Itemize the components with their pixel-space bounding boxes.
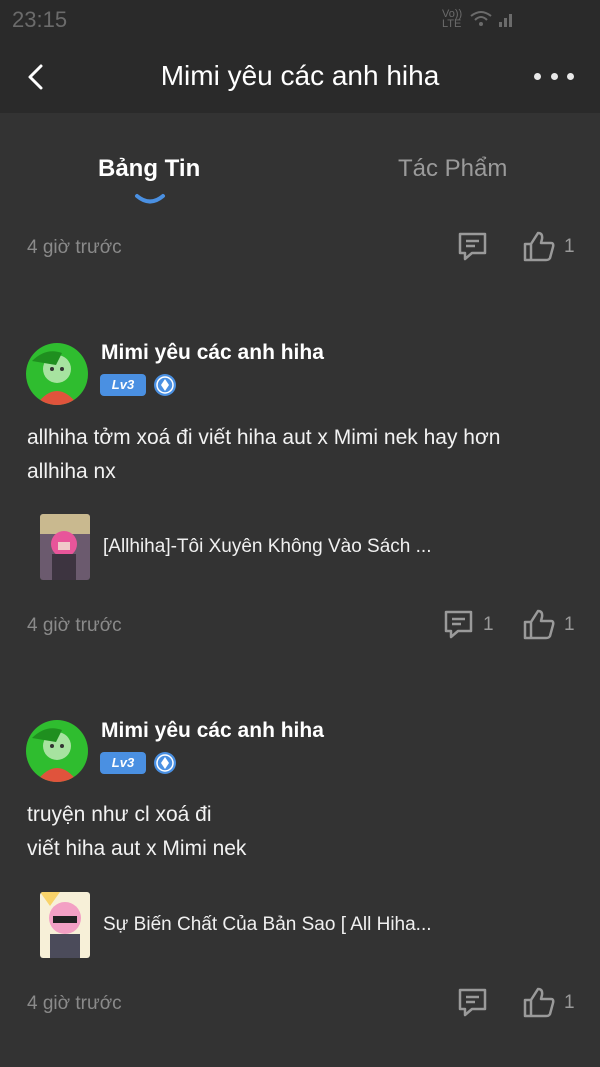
like-button[interactable]: 1	[522, 230, 575, 263]
level-badge: Lv3	[100, 374, 146, 396]
book-cover	[40, 514, 90, 580]
comment-icon	[458, 988, 487, 1017]
avatar[interactable]	[26, 720, 88, 782]
comment-icon	[444, 610, 473, 639]
signal-icon	[499, 14, 512, 27]
tab-bang-tin[interactable]: Bảng Tin	[98, 155, 200, 183]
thumbs-up-icon	[523, 609, 555, 640]
like-button[interactable]: 1	[522, 986, 575, 1019]
post-time: 4 giờ trước	[27, 237, 122, 258]
book-title: Sự Biến Chất Của Bản Sao [ All Hiha...	[103, 914, 432, 935]
thumbs-up-icon	[523, 987, 555, 1018]
page-title: Mimi yêu các anh hiha	[160, 60, 440, 91]
author-name[interactable]: Mimi yêu các anh hiha	[101, 341, 324, 365]
like-count: 1	[564, 613, 575, 635]
comment-count: 1	[483, 613, 494, 635]
status-bar: 23:15 Vo)) LTE	[0, 0, 600, 40]
avatar[interactable]	[26, 343, 88, 405]
post-content: truyện như cl xoá đi viết hiha aut x Mim…	[27, 798, 246, 866]
comment-button[interactable]	[456, 230, 489, 263]
comment-button[interactable]	[456, 986, 489, 1019]
level-badge: Lv3	[100, 752, 146, 774]
status-icons: Vo)) LTE	[442, 8, 516, 30]
wifi-icon	[470, 11, 492, 26]
book-title: [Allhiha]-Tôi Xuyên Không Vào Sách ...	[103, 536, 432, 557]
comment-icon	[458, 232, 487, 261]
comment-button[interactable]: 1	[442, 608, 494, 641]
top-bar: Mimi yêu các anh hiha	[0, 40, 600, 113]
active-tab-indicator	[135, 194, 165, 204]
post-content: allhiha tởm xoá đi viết hiha aut x Mimi …	[27, 421, 500, 489]
book-card[interactable]: Sự Biến Chất Của Bản Sao [ All Hiha...	[40, 892, 432, 958]
diamond-badge-icon	[154, 752, 176, 774]
post-text-line: viết hiha aut x Mimi nek	[27, 837, 247, 860]
post-time: 4 giờ trước	[27, 615, 122, 636]
like-button[interactable]: 1	[522, 608, 575, 641]
post-text-line: truyện như cl xoá đi	[27, 803, 212, 826]
network-label: Vo)) LTE	[442, 8, 463, 30]
book-card[interactable]: [Allhiha]-Tôi Xuyên Không Vào Sách ...	[40, 514, 431, 580]
more-options-icon[interactable]	[534, 64, 574, 88]
like-count: 1	[564, 991, 575, 1013]
book-cover	[40, 892, 90, 958]
post-time: 4 giờ trước	[27, 993, 122, 1014]
tab-tac-pham[interactable]: Tác Phẩm	[398, 155, 507, 183]
thumbs-up-icon	[523, 231, 555, 262]
author-name[interactable]: Mimi yêu các anh hiha	[101, 719, 324, 743]
post-text-line: allhiha tởm xoá đi viết hiha aut x Mimi …	[27, 426, 501, 449]
post-text-line: allhiha nx	[27, 460, 116, 483]
diamond-badge-icon	[154, 374, 176, 396]
status-time: 23:15	[12, 7, 68, 32]
like-count: 1	[564, 235, 575, 257]
